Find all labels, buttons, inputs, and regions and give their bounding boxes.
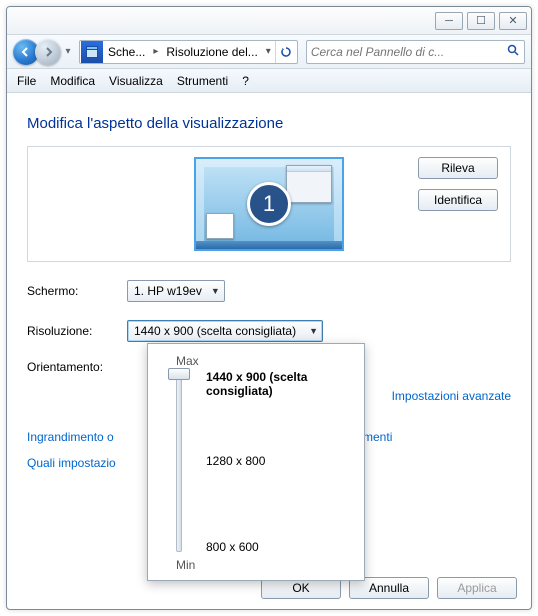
breadcrumb-item-2[interactable]: Risoluzione del... [162,41,261,63]
menu-bar: File Modifica Visualizza Strumenti ? [7,69,531,93]
titlebar: ─ ☐ ✕ [7,7,531,35]
display-combo-value: 1. HP w19ev [134,284,202,298]
resolution-option-2[interactable]: 1280 x 800 [206,454,265,468]
advanced-settings-link[interactable]: Impostazioni avanzate [392,389,511,403]
resolution-slider-thumb[interactable] [168,368,190,380]
nav-history-dropdown[interactable]: ▾ [61,39,75,65]
detect-button[interactable]: Rileva [418,157,498,179]
nav-buttons: ▾ [13,39,75,65]
resolution-combo[interactable]: 1440 x 900 (scelta consigliata) ▼ [127,320,323,342]
resolution-label: Risoluzione: [27,324,127,338]
text-size-link[interactable]: Ingrandimento o [27,430,114,444]
maximize-button[interactable]: ☐ [467,12,495,30]
resolution-option-1[interactable]: 1440 x 900 (scelta consigliata) [206,370,364,398]
control-panel-icon [81,41,103,63]
minimize-button[interactable]: ─ [435,12,463,30]
menu-help[interactable]: ? [242,74,249,88]
chevron-down-icon: ▼ [211,286,220,296]
maximize-icon: ☐ [476,14,486,27]
monitor-thumbnail[interactable]: 1 [194,157,344,251]
resolution-slider-track[interactable] [176,372,182,552]
refresh-icon [280,46,292,58]
menu-edit[interactable]: Modifica [50,74,95,88]
breadcrumb[interactable]: Sche... ▸ Risoluzione del... ▾ [79,40,298,64]
monitor-number-badge: 1 [247,182,291,226]
close-button[interactable]: ✕ [499,12,527,30]
refresh-button[interactable] [275,41,297,63]
slider-min-label: Min [176,558,195,572]
display-label: Schermo: [27,284,127,298]
minimize-icon: ─ [445,15,453,27]
arrow-left-icon [20,46,32,58]
menu-view[interactable]: Visualizza [109,74,163,88]
slider-max-label: Max [176,354,350,368]
forward-button[interactable] [35,39,61,65]
close-icon: ✕ [508,14,517,27]
search-input[interactable] [311,45,507,59]
identify-button[interactable]: Identifica [418,189,498,211]
search-box[interactable] [306,40,525,64]
orientation-label: Orientamento: [27,360,127,374]
resolution-combo-value: 1440 x 900 (scelta consigliata) [134,324,296,338]
chevron-down-icon: ▼ [309,326,318,336]
display-preview: 1 Rileva Identifica [27,146,511,262]
nav-row: ▾ Sche... ▸ Risoluzione del... ▾ [7,35,531,69]
arrow-right-icon [42,46,54,58]
apply-button[interactable]: Applica [437,577,517,599]
chevron-right-icon: ▸ [149,46,162,57]
search-icon[interactable] [507,44,520,60]
breadcrumb-item-1[interactable]: Sche... [104,41,149,63]
page-title: Modifica l'aspetto della visualizzazione [27,115,511,132]
chevron-down-icon[interactable]: ▾ [262,46,275,57]
control-panel-window: ─ ☐ ✕ ▾ Sche... ▸ Risoluzione del... ▾ [6,6,532,610]
resolution-option-3[interactable]: 800 x 600 [206,540,259,554]
menu-tools[interactable]: Strumenti [177,74,228,88]
resolution-slider-popup[interactable]: Max 1440 x 900 (scelta consigliata) 1280… [147,343,365,581]
menu-file[interactable]: File [17,74,36,88]
display-combo[interactable]: 1. HP w19ev ▼ [127,280,225,302]
